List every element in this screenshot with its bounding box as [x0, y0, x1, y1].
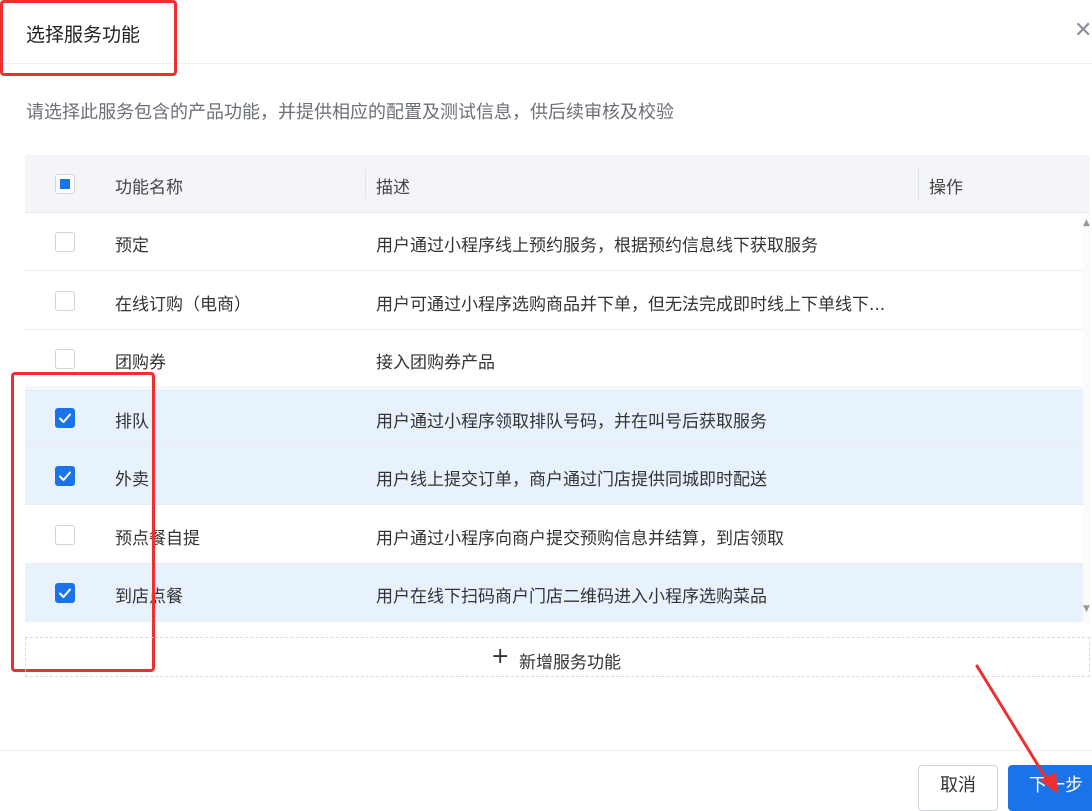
cancel-button[interactable]: 取消: [918, 765, 998, 811]
table-row[interactable]: 预定 用户通过小程序线上预约服务，根据预约信息线下获取服务: [25, 213, 1083, 271]
row-checkbox[interactable]: [55, 290, 75, 311]
header-action: 操作: [929, 178, 963, 198]
row-description: 用户通过小程序向商户提交预购信息并结算，到店领取: [376, 528, 784, 549]
header-desc: 描述: [376, 178, 410, 198]
scroll-down-icon[interactable]: ▼: [1083, 605, 1090, 614]
row-checkbox[interactable]: [55, 349, 75, 369]
header-name: 功能名称: [115, 178, 183, 198]
table-row[interactable]: 团购券 接入团购券产品: [25, 330, 1083, 388]
row-description: 用户可通过小程序选购商品并下单，但无法完成即时线上下单线下...: [376, 294, 886, 315]
scroll-up-icon[interactable]: ▲: [1083, 219, 1090, 228]
dialog-intro: 请选择此服务包含的产品功能，并提供相应的配置及测试信息，供后续审核及校验: [26, 102, 674, 123]
next-button[interactable]: 下一步: [1008, 765, 1092, 811]
select-all-checkbox[interactable]: [55, 174, 75, 194]
row-name: 预定: [115, 236, 149, 256]
table-row[interactable]: 排队 用户通过小程序领取排队号码，并在叫号后获取服务: [25, 388, 1083, 447]
add-service-label: 新增服务功能: [519, 653, 621, 673]
table-row[interactable]: 到店点餐 用户在线下扫码商户门店二维码进入小程序选购菜品: [25, 564, 1083, 622]
add-service-button[interactable]: + 新增服务功能: [25, 637, 1090, 677]
table-row[interactable]: 外卖 用户线上提交订单，商户通过门店提供同城即时配送: [25, 447, 1083, 505]
table-row[interactable]: 预点餐自提 用户通过小程序向商户提交预购信息并结算，到店领取: [25, 505, 1083, 564]
header-divider: [918, 169, 919, 199]
table-row[interactable]: 在线订购（电商） 用户可通过小程序选购商品并下单，但无法完成即时线上下单线下...: [25, 271, 1083, 330]
row-description: 用户线上提交订单，商户通过门店提供同城即时配送: [376, 470, 767, 490]
annotation-box-title: [0, 0, 177, 76]
close-icon[interactable]: ✕: [1074, 18, 1092, 44]
row-name: 在线订购（电商）: [115, 294, 251, 315]
row-description: 用户在线下扫码商户门店二维码进入小程序选购菜品: [376, 587, 767, 607]
function-table: 功能名称 描述 操作 预定 用户通过小程序线上预约服务，根据预约信息线下获取服务在…: [25, 155, 1090, 625]
table-scrollbar[interactable]: ▲ ▼: [1083, 213, 1090, 625]
annotation-box-checked: [11, 372, 155, 672]
row-description: 用户通过小程序线上预约服务，根据预约信息线下获取服务: [376, 236, 818, 256]
row-description: 接入团购券产品: [376, 353, 495, 373]
header-divider: [365, 169, 366, 199]
footer-divider: [0, 750, 1092, 751]
row-name: 团购券: [115, 353, 166, 373]
table-header: 功能名称 描述 操作: [25, 155, 1090, 213]
row-checkbox[interactable]: [55, 232, 75, 252]
plus-icon: +: [491, 644, 510, 669]
row-description: 用户通过小程序领取排队号码，并在叫号后获取服务: [376, 411, 767, 432]
